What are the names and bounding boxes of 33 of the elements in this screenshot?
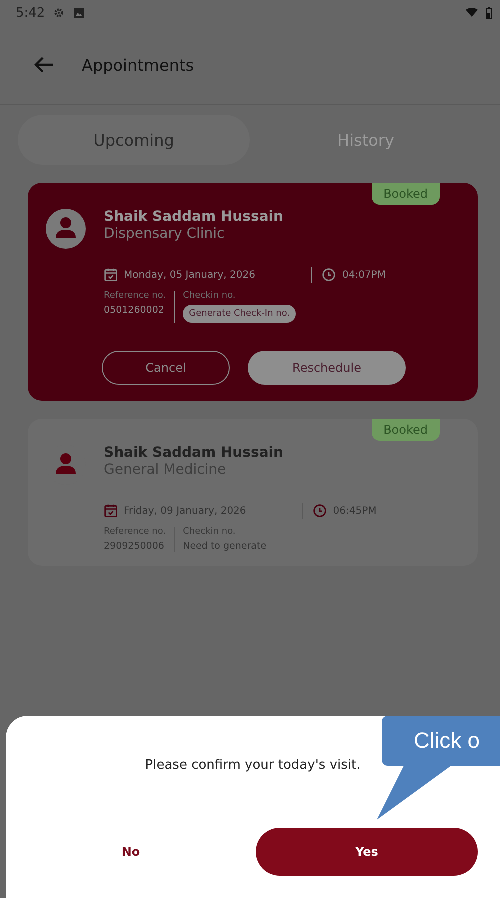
appointment-time: 06:45PM (333, 506, 377, 516)
appointment-time: 04:07PM (342, 270, 386, 280)
checkin-status: Need to generate (183, 541, 267, 552)
reschedule-button[interactable]: Reschedule (248, 351, 406, 385)
tab[interactable]: Upcoming (18, 115, 250, 165)
calendar-icon (104, 504, 118, 518)
battery-icon (486, 7, 492, 19)
appointment-card[interactable]: Booked Shaik Saddam Hussain Dispensary Clinic Monday, 05 January, 2026 04:07PM Reference no. 0501260002 Checkin no. Generate Check-In no. Cancel Reschedule (28, 183, 478, 401)
reference-number: 2909250006 (104, 541, 164, 552)
reference-label: Reference no. (104, 291, 166, 301)
clock-icon (313, 504, 328, 518)
callout-text: Click o (414, 728, 480, 754)
checkin-label: Checkin no. (183, 291, 236, 301)
image-icon (73, 7, 86, 19)
calendar-icon (104, 268, 118, 282)
generate-checkin-button[interactable]: Generate Check-In no. (183, 305, 296, 323)
status-badge: Booked (372, 419, 440, 441)
doctor-name: Shaik Saddam Hussain (104, 209, 284, 225)
dialog-message: Please confirm your today's visit. (145, 758, 361, 773)
appointment-date: Monday, 05 January, 2026 (124, 270, 256, 280)
no-button[interactable]: No (6, 844, 256, 860)
avatar-icon (46, 209, 86, 249)
clock-icon (322, 268, 336, 282)
department: Dispensary Clinic (104, 226, 226, 242)
page-title: Appointments (82, 56, 194, 74)
yes-button[interactable]: Yes (256, 828, 478, 876)
cancel-button[interactable]: Cancel (102, 351, 230, 385)
status-time: 5:42 (16, 6, 46, 20)
doctor-name: Shaik Saddam Hussain (104, 445, 284, 461)
status-badge: Booked (372, 183, 440, 205)
wifi-icon (466, 7, 478, 19)
appointment-date: Friday, 09 January, 2026 (124, 506, 246, 516)
reference-number: 0501260002 (104, 305, 164, 316)
